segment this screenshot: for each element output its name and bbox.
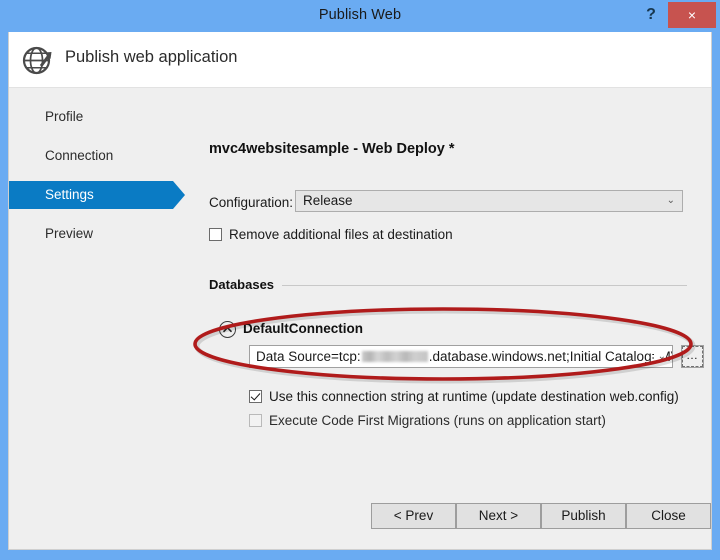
- code-first-migrations-checkbox[interactable]: Execute Code First Migrations (runs on a…: [249, 413, 606, 428]
- annotation-ellipse: [189, 303, 699, 385]
- sidebar-item-label: Connection: [45, 148, 113, 163]
- publish-web-dialog: Publish Web ? × Publish web application: [0, 0, 720, 560]
- window-title: Publish Web: [0, 0, 720, 32]
- checkbox-label: Remove additional files at destination: [229, 227, 453, 242]
- sidebar-item-label: Settings: [45, 187, 94, 202]
- prev-button[interactable]: < Prev: [371, 503, 456, 529]
- next-button[interactable]: Next >: [456, 503, 541, 529]
- browse-connection-button[interactable]: …: [681, 345, 704, 368]
- dialog-footer: < Prev Next > Publish Close: [9, 485, 711, 549]
- connection-string-input[interactable]: Data Source=tcp: .database.windows.net;In…: [249, 345, 673, 368]
- help-button[interactable]: ?: [640, 2, 662, 28]
- connection-name: DefaultConnection: [243, 321, 363, 336]
- connection-string-prefix: Data Source=tcp:: [256, 349, 361, 364]
- checkbox-box: [209, 228, 222, 241]
- configuration-label: Configuration:: [209, 195, 293, 210]
- dialog-header: Publish web application: [9, 32, 711, 88]
- chevron-down-icon: ⌄: [667, 191, 675, 211]
- sidebar: Profile Connection Settings Preview: [9, 89, 185, 550]
- connection-string-suffix: .database.windows.net;Initial Catalog=MV…: [429, 349, 673, 364]
- use-connection-string-checkbox[interactable]: Use this connection string at runtime (u…: [249, 389, 679, 404]
- remove-additional-files-checkbox[interactable]: Remove additional files at destination: [209, 227, 453, 242]
- chevron-up-icon[interactable]: [219, 321, 236, 338]
- redacted-server-name: [362, 351, 428, 362]
- sidebar-item-label: Preview: [45, 226, 93, 241]
- configuration-value: Release: [303, 191, 353, 211]
- configuration-select[interactable]: Release ⌄: [295, 190, 683, 212]
- connection-string-text: Data Source=tcp: .database.windows.net;In…: [256, 346, 673, 367]
- dialog-body: Publish web application Profile Connecti…: [8, 32, 712, 550]
- window-close-button[interactable]: ×: [668, 2, 716, 28]
- page-title: Publish web application: [65, 48, 237, 67]
- ellipsis-icon: …: [682, 346, 703, 367]
- close-dialog-button[interactable]: Close: [626, 503, 711, 529]
- globe-publish-icon: [19, 41, 57, 79]
- sidebar-item-profile[interactable]: Profile: [9, 103, 173, 131]
- sidebar-item-settings[interactable]: Settings: [9, 181, 173, 209]
- title-bar: Publish Web ? ×: [0, 0, 720, 32]
- checkbox-box: [249, 390, 262, 403]
- publish-button[interactable]: Publish: [541, 503, 626, 529]
- sidebar-item-connection[interactable]: Connection: [9, 142, 173, 170]
- checkbox-label: Execute Code First Migrations (runs on a…: [269, 413, 606, 428]
- sidebar-item-label: Profile: [45, 109, 83, 124]
- checkbox-box: [249, 414, 262, 427]
- sidebar-item-preview[interactable]: Preview: [9, 220, 173, 248]
- deploy-profile-title: mvc4websitesample - Web Deploy *: [209, 141, 455, 157]
- databases-group-label: Databases: [209, 277, 282, 292]
- checkbox-label: Use this connection string at runtime (u…: [269, 389, 679, 404]
- chevron-down-icon: ⌄: [654, 346, 666, 367]
- settings-panel: mvc4websitesample - Web Deploy * Configu…: [185, 89, 711, 550]
